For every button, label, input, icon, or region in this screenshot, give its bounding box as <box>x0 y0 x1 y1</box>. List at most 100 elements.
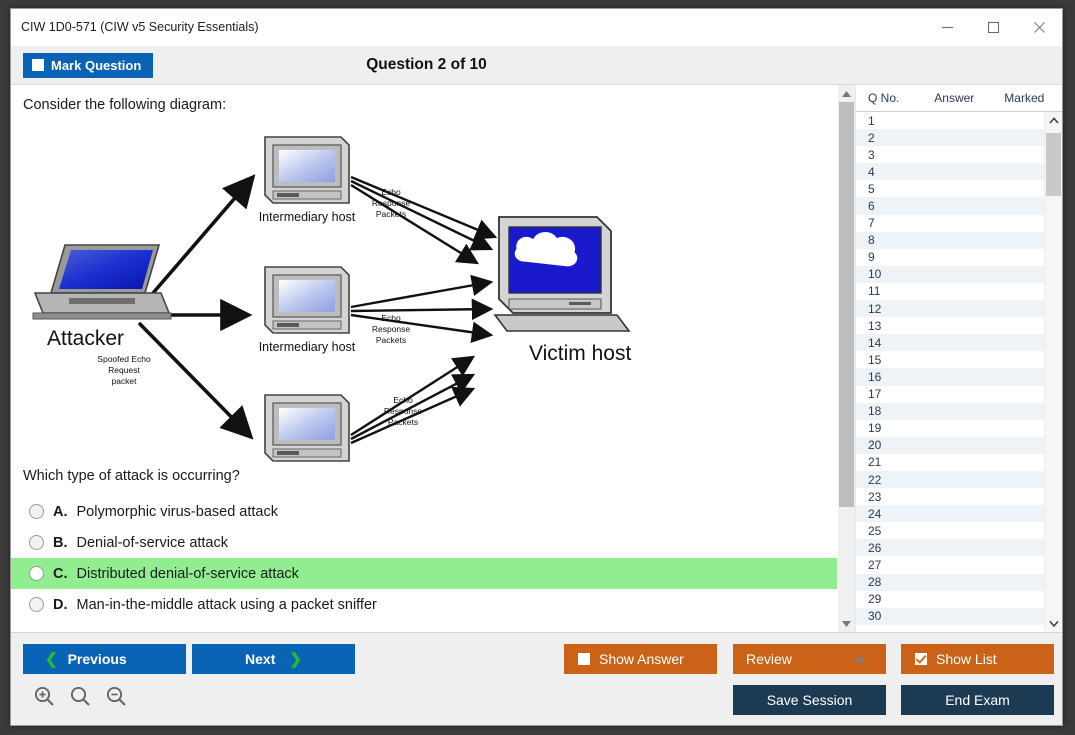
minimize-icon[interactable] <box>924 9 970 45</box>
attack-diagram: Attacker Spoofed Echo Request packet Int… <box>21 117 641 462</box>
outer-scrollbar[interactable] <box>838 85 856 632</box>
option-letter: B. <box>53 535 68 551</box>
table-row[interactable]: 8 <box>856 232 1044 249</box>
radio-icon[interactable] <box>29 504 44 519</box>
show-answer-label: Show Answer <box>599 651 684 667</box>
table-row[interactable]: 23 <box>856 488 1044 505</box>
show-list-checkbox-icon <box>915 653 927 665</box>
maximize-icon[interactable] <box>970 9 1016 45</box>
window-controls <box>924 9 1062 45</box>
row-question-number: 25 <box>856 524 927 538</box>
option-letter: C. <box>53 566 68 582</box>
table-row[interactable]: 29 <box>856 591 1044 608</box>
mark-question-button[interactable]: Mark Question <box>23 53 153 78</box>
table-row[interactable]: 10 <box>856 266 1044 283</box>
attacker-laptop-icon <box>33 245 171 319</box>
diagram-prompt: Consider the following diagram: <box>11 85 837 113</box>
question-list-panel: Q No. Answer Marked 12345678910111213141… <box>837 85 1062 632</box>
echo-label-2b: Response <box>372 324 411 334</box>
table-row[interactable]: 6 <box>856 197 1044 214</box>
row-question-number: 26 <box>856 541 927 555</box>
spoofed-label-3: packet <box>111 376 137 386</box>
table-row[interactable]: 24 <box>856 505 1044 522</box>
question-list-wrapper: Q No. Answer Marked 12345678910111213141… <box>856 85 1062 632</box>
table-row[interactable]: 26 <box>856 539 1044 556</box>
page-title: Question 2 of 10 <box>11 56 1062 74</box>
question-header-bar: Mark Question Question 2 of 10 <box>11 46 1062 85</box>
row-question-number: 27 <box>856 558 927 572</box>
row-question-number: 7 <box>856 216 927 230</box>
table-row[interactable]: 15 <box>856 351 1044 368</box>
table-row[interactable]: 13 <box>856 317 1044 334</box>
inner-scrollbar[interactable] <box>1044 112 1062 632</box>
row-question-number: 3 <box>856 148 927 162</box>
table-row[interactable]: 3 <box>856 146 1044 163</box>
table-row[interactable]: 16 <box>856 368 1044 385</box>
zoom-in-icon[interactable] <box>33 685 55 707</box>
option-text: Man-in-the-middle attack using a packet … <box>77 597 377 613</box>
table-row[interactable]: 25 <box>856 522 1044 539</box>
zoom-reset-icon[interactable] <box>69 685 91 707</box>
echo-label-3a: Echo <box>393 395 413 405</box>
option-b[interactable]: B. Denial-of-service attack <box>11 527 837 558</box>
chevron-up-icon[interactable] <box>854 656 866 662</box>
previous-button[interactable]: ❮ Previous <box>23 644 186 674</box>
table-row[interactable]: 21 <box>856 454 1044 471</box>
option-d[interactable]: D. Man-in-the-middle attack using a pack… <box>11 589 837 620</box>
spoofed-label-2: Request <box>108 365 140 375</box>
table-row[interactable]: 30 <box>856 608 1044 625</box>
show-answer-checkbox-icon <box>578 653 590 665</box>
inner-scrollbar-track[interactable] <box>1045 129 1062 615</box>
scroll-up-icon[interactable] <box>838 85 855 102</box>
next-button[interactable]: Next ❯ <box>192 644 355 674</box>
end-exam-button[interactable]: End Exam <box>901 685 1054 715</box>
table-row[interactable]: 18 <box>856 403 1044 420</box>
option-a[interactable]: A. Polymorphic virus-based attack <box>11 496 837 527</box>
table-row[interactable]: 5 <box>856 180 1044 197</box>
outer-scrollbar-thumb[interactable] <box>839 102 854 507</box>
table-row[interactable]: 1 <box>856 112 1044 129</box>
spoofed-label-1: Spoofed Echo <box>97 354 151 364</box>
table-row[interactable]: 27 <box>856 556 1044 573</box>
echo-label-2c: Packets <box>376 335 406 345</box>
scroll-down-icon[interactable] <box>838 615 855 632</box>
close-icon[interactable] <box>1016 9 1062 45</box>
echo-label-1c: Packets <box>376 209 406 219</box>
review-button[interactable]: Review <box>733 644 886 674</box>
scroll-down-icon[interactable] <box>1045 615 1062 632</box>
row-question-number: 17 <box>856 387 927 401</box>
column-header-marked: Marked <box>1004 91 1062 105</box>
table-row[interactable]: 7 <box>856 215 1044 232</box>
radio-icon[interactable] <box>29 535 44 550</box>
mark-question-label: Mark Question <box>51 58 141 73</box>
row-question-number: 15 <box>856 353 927 367</box>
exam-window: CIW 1D0-571 (CIW v5 Security Essentials)… <box>10 8 1063 726</box>
table-row[interactable]: 2 <box>856 129 1044 146</box>
echo-label-1b: Response <box>372 198 411 208</box>
save-session-button[interactable]: Save Session <box>733 685 886 715</box>
table-row[interactable]: 14 <box>856 334 1044 351</box>
scroll-up-icon[interactable] <box>1045 112 1062 129</box>
table-row[interactable]: 22 <box>856 471 1044 488</box>
table-row[interactable]: 17 <box>856 386 1044 403</box>
option-text: Denial-of-service attack <box>77 535 229 551</box>
echo-label-2a: Echo <box>381 313 401 323</box>
radio-icon[interactable] <box>29 566 44 581</box>
table-row[interactable]: 28 <box>856 574 1044 591</box>
table-row[interactable]: 9 <box>856 249 1044 266</box>
victim-host-icon <box>495 217 629 331</box>
save-session-label: Save Session <box>767 692 853 708</box>
table-row[interactable]: 20 <box>856 437 1044 454</box>
option-c[interactable]: C. Distributed denial-of-service attack <box>11 558 837 589</box>
show-answer-button[interactable]: Show Answer <box>564 644 717 674</box>
outer-scrollbar-track[interactable] <box>838 102 855 615</box>
radio-icon[interactable] <box>29 597 44 612</box>
table-row[interactable]: 4 <box>856 163 1044 180</box>
table-row[interactable]: 19 <box>856 420 1044 437</box>
inner-scrollbar-thumb[interactable] <box>1046 133 1061 196</box>
table-row[interactable]: 11 <box>856 283 1044 300</box>
table-row[interactable]: 12 <box>856 300 1044 317</box>
show-list-button[interactable]: Show List <box>901 644 1054 674</box>
zoom-out-icon[interactable] <box>105 685 127 707</box>
chevron-right-icon: ❯ <box>289 652 302 667</box>
